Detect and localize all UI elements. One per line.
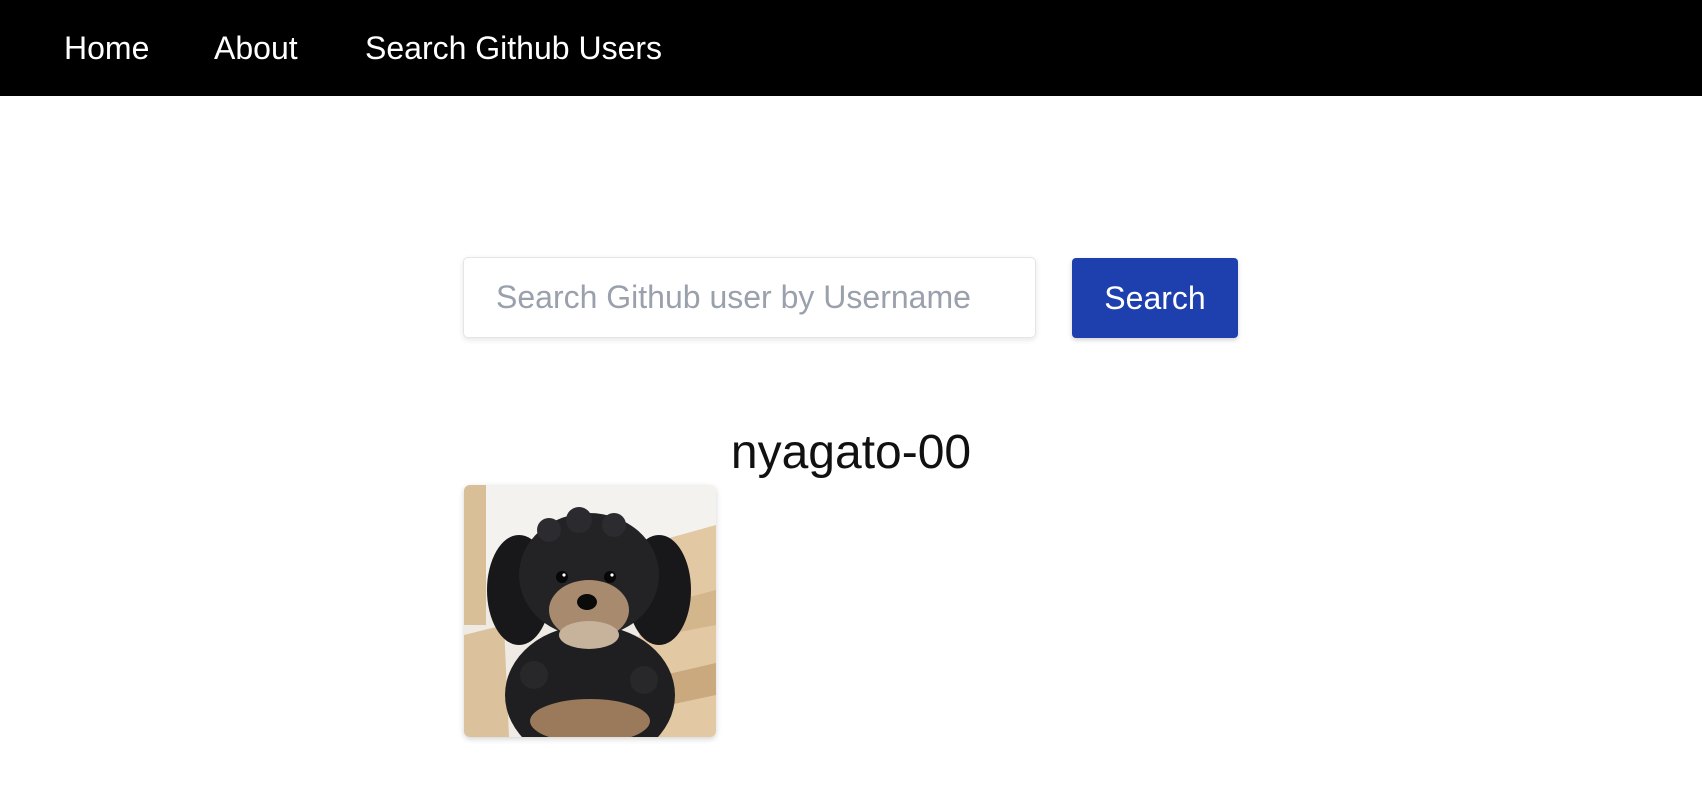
user-name: nyagato-00: [730, 426, 972, 479]
search-button[interactable]: Search: [1072, 258, 1238, 338]
nav-link-about[interactable]: About: [214, 28, 298, 68]
search-input[interactable]: [463, 257, 1036, 338]
top-navbar: Home About Search Github Users: [0, 0, 1702, 96]
nav-link-search-github-users[interactable]: Search Github Users: [365, 28, 662, 68]
user-avatar[interactable]: [464, 485, 716, 737]
dog-photo-image: [464, 485, 716, 737]
nav-link-home[interactable]: Home: [64, 28, 149, 68]
